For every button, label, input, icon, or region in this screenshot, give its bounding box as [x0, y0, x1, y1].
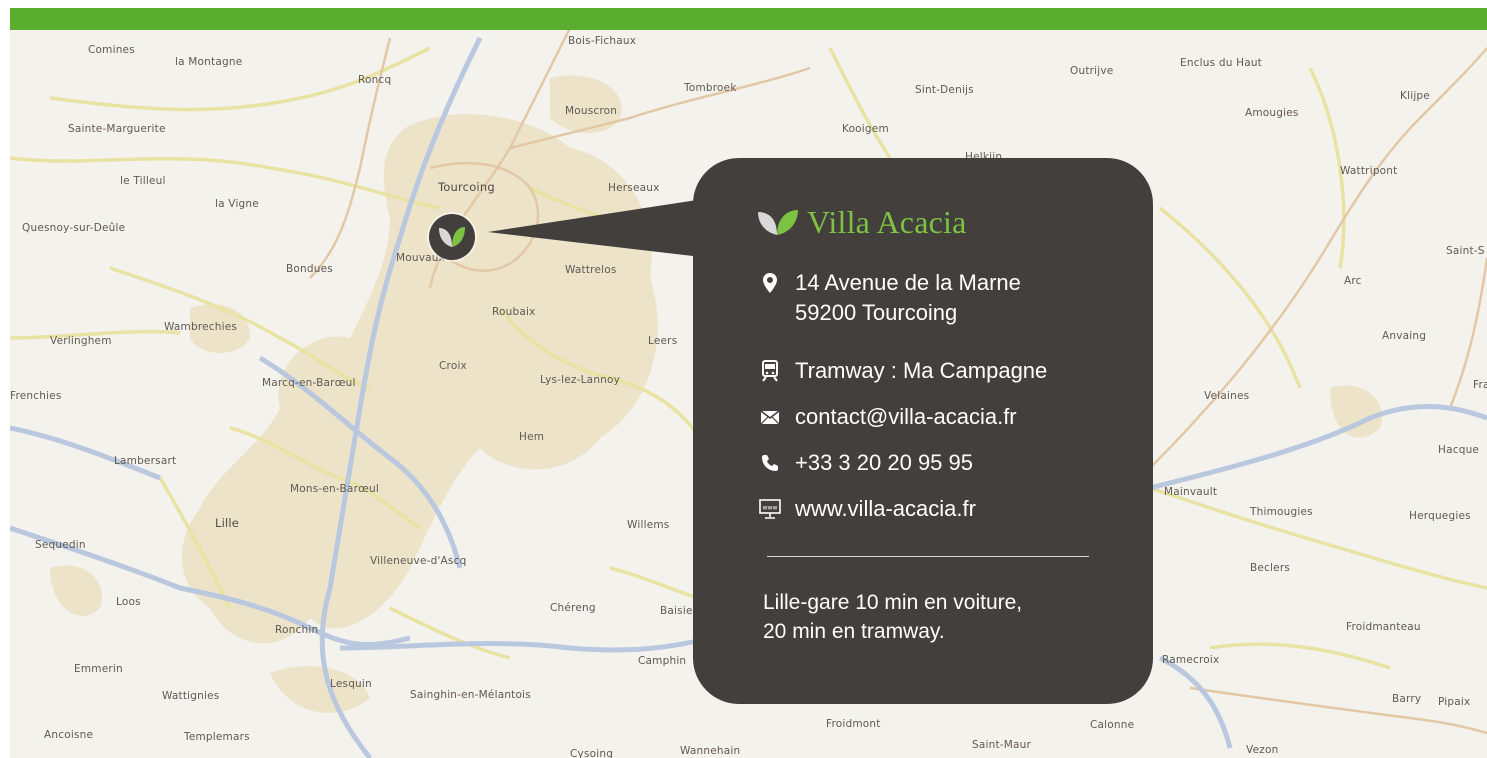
tram-stop: Tramway : Ma Campagne: [795, 358, 1048, 383]
phone-row[interactable]: +33 3 20 20 95 95: [759, 448, 973, 478]
info-card: Villa Acacia 14 Avenue de la Marne 59200…: [693, 158, 1153, 704]
brand: Villa Acacia: [757, 204, 967, 241]
email-link[interactable]: contact@villa-acacia.fr: [795, 402, 1017, 432]
envelope-icon: [759, 402, 781, 432]
phone-icon: [759, 448, 781, 478]
brand-name: Villa Acacia: [807, 204, 967, 240]
divider: [767, 556, 1089, 557]
location-marker[interactable]: [429, 214, 475, 260]
leaf-icon: [439, 227, 465, 247]
website-row[interactable]: www www.villa-acacia.fr: [759, 494, 976, 524]
tram-icon: [759, 356, 781, 386]
address-line-2: 59200 Tourcoing: [795, 300, 958, 325]
phone-number[interactable]: +33 3 20 20 95 95: [795, 448, 973, 478]
svg-text:www: www: [763, 505, 778, 512]
tram-row: Tramway : Ma Campagne: [759, 356, 1047, 386]
access-line-1: Lille-gare 10 min en voiture,: [763, 591, 1023, 614]
monitor-www-icon: www: [759, 494, 781, 524]
address-row: 14 Avenue de la Marne 59200 Tourcoing: [759, 268, 1021, 328]
website-link[interactable]: www.villa-acacia.fr: [795, 494, 976, 524]
access-line-2: 20 min en tramway.: [763, 620, 945, 643]
access-info: Lille-gare 10 min en voiture, 20 min en …: [763, 588, 1022, 646]
email-row[interactable]: contact@villa-acacia.fr: [759, 402, 1017, 432]
address-line-1: 14 Avenue de la Marne: [795, 270, 1021, 295]
map-frame: Comines la Montagne Roncq Bois-Fichaux T…: [10, 8, 1487, 758]
leaf-logo-icon: [758, 209, 798, 235]
map-pin-icon: [759, 268, 781, 298]
